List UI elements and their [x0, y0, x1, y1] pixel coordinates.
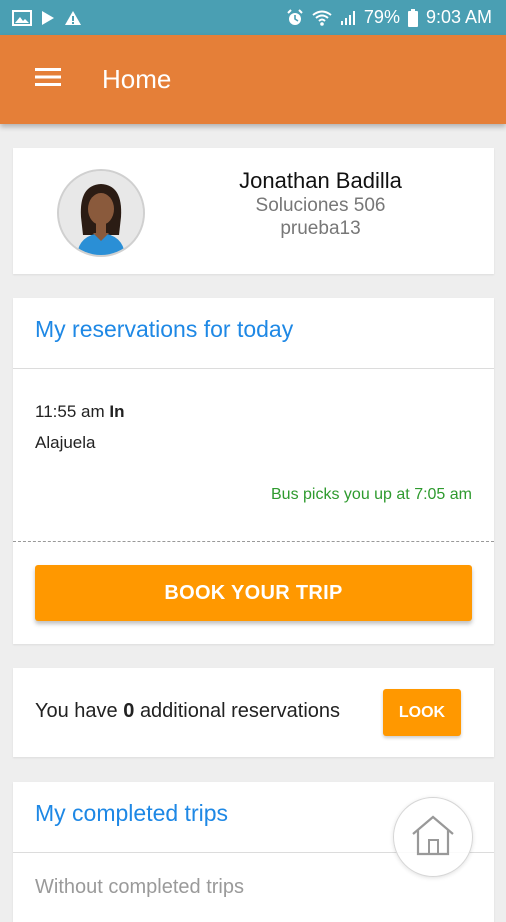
menu-button[interactable]	[20, 52, 76, 108]
profile-company: Soluciones 506	[255, 195, 386, 216]
divider	[13, 368, 494, 369]
home-button[interactable]	[393, 797, 473, 877]
completed-empty-text: Without completed trips	[35, 876, 244, 898]
clock: 9:03 AM	[425, 7, 492, 27]
reservation-place: Alajuela	[35, 433, 96, 452]
avatar[interactable]	[57, 169, 145, 257]
look-button[interactable]: LOOK	[383, 689, 461, 736]
page-title: Home	[102, 64, 172, 94]
additional-reservations-card: You have 0 additional reservations LOOK	[13, 668, 494, 757]
battery-percent: 79%	[363, 7, 400, 27]
book-trip-button[interactable]: BOOK YOUR TRIP	[35, 565, 472, 621]
additional-prefix: You have	[35, 700, 118, 722]
additional-reservations-text: You have 0 additional reservations	[35, 700, 340, 723]
warning-icon	[64, 10, 82, 26]
app-bar: Home	[0, 35, 506, 124]
status-bar: 79% 9:03 AM	[0, 0, 506, 35]
alarm-icon	[286, 8, 304, 27]
wifi-icon	[312, 10, 332, 26]
reservation-time-line: 11:55 am In	[35, 402, 124, 422]
dashed-divider	[13, 541, 494, 542]
profile-card: Jonathan Badilla Soluciones 506 prueba13	[13, 148, 494, 274]
profile-name: Jonathan Badilla	[239, 168, 402, 193]
hamburger-menu-icon	[35, 67, 61, 92]
reservation-time: 11:55 am	[35, 402, 105, 421]
reservation-pickup-time: Bus picks you up at 7:05 am	[271, 486, 472, 503]
signal-icon	[340, 10, 356, 26]
reservations-card: My reservations for today 11:55 am In Al…	[13, 298, 494, 644]
reservations-title: My reservations for today	[35, 316, 294, 342]
play-store-icon	[40, 10, 56, 26]
status-bar-left	[12, 9, 82, 26]
profile-username: prueba13	[280, 218, 361, 239]
home-icon	[410, 814, 456, 861]
gallery-icon	[12, 9, 32, 26]
battery-icon	[407, 8, 418, 27]
additional-count: 0	[123, 700, 135, 722]
reservation-direction: In	[109, 402, 125, 421]
additional-suffix: additional reservations	[139, 700, 341, 722]
status-bar-right: 79% 9:03 AM	[286, 7, 492, 28]
completed-title: My completed trips	[35, 800, 229, 826]
